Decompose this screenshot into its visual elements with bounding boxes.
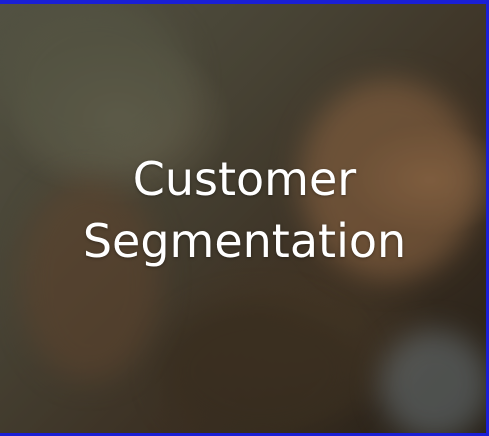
customer-segmentation-tile[interactable]: Customer Segmentation	[0, 0, 489, 436]
top-border-accent	[0, 0, 489, 4]
tile-title-line2: Segmentation	[82, 214, 407, 268]
tile-title: Customer Segmentation	[0, 148, 489, 272]
tile-title-line1: Customer	[132, 152, 357, 206]
